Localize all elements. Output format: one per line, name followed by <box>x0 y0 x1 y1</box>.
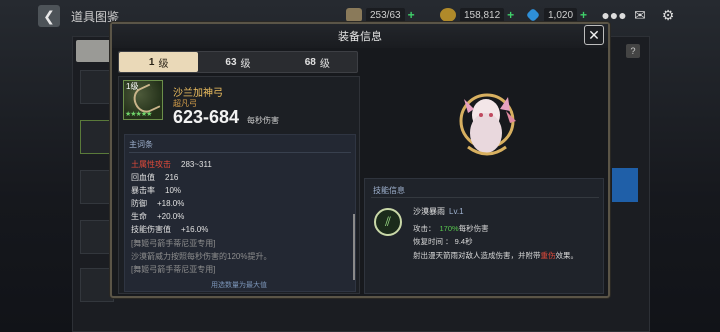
stat-key: 暴击率 <box>131 186 155 195</box>
stat-key: 回血值 <box>131 173 155 182</box>
skill-attack-row: 攻击： 170%每秒伤害 <box>413 223 489 234</box>
stat-row: 防御 +18.0% <box>131 198 184 209</box>
stat-value: 283~311 <box>181 160 212 169</box>
background-slot <box>80 170 114 204</box>
stats-scrollbar[interactable] <box>353 214 355 280</box>
background-slot <box>80 268 114 302</box>
gem-value: 1,020 <box>544 7 578 23</box>
back-button[interactable]: ❮ <box>38 5 60 27</box>
divider <box>371 197 599 198</box>
item-preview-panel: 技能信息 ⫽ 沙漠暴雨 Lv.1 攻击： 170%每秒伤害 恢复时间 ： 9.4秒 … <box>364 51 604 294</box>
close-icon: ✕ <box>588 26 600 43</box>
stat-key: 土属性攻击 <box>131 160 171 169</box>
background-slot <box>80 220 114 254</box>
main-stats-box[interactable]: 主词条 土属性攻击 283~311 回血值 216 暴击率 10% 防御 +18.0% … <box>124 134 356 292</box>
skill-attack-prefix: 攻击： <box>413 224 436 233</box>
stat-key: 防御 <box>131 199 147 208</box>
tab-level-1[interactable]: 1级 <box>119 52 199 72</box>
tab-level-68[interactable]: 68 级 <box>278 52 357 72</box>
gem-icon <box>525 7 541 23</box>
item-thumbnail: 1级 ★★★★★ <box>123 80 163 120</box>
gold-coin-icon <box>440 8 456 22</box>
skill-attack-value: 170% <box>439 224 459 233</box>
gold-value: 158,812 <box>460 7 505 23</box>
stamina-value: 253/63 <box>366 7 405 23</box>
background-slot <box>80 120 114 154</box>
skill-description: 射出漫天箭雨对敌人造成伤害，并附带重伤效果。 <box>413 250 578 261</box>
item-name: 沙兰加神弓 <box>173 88 223 99</box>
exclusive-note: [舞姬弓箭手蒂尼亚专用] <box>131 239 216 248</box>
rarity-stars: ★★★★★ <box>125 111 152 118</box>
skill-desc-suffix: 效果。 <box>555 251 579 260</box>
tab-level-63[interactable]: 63 级 <box>198 52 277 72</box>
add-gems-icon[interactable]: + <box>580 8 587 22</box>
skill-info-box: 技能信息 ⫽ 沙漠暴雨 Lv.1 攻击： 170%每秒伤害 恢复时间 ： 9.4秒 … <box>364 178 604 294</box>
item-damage-label: 每秒伤害 <box>247 116 279 125</box>
stat-key: 生命 <box>131 212 147 221</box>
tab-label: 级 <box>240 58 251 70</box>
gear-icon[interactable]: ⚙ <box>658 6 678 24</box>
item-damage: 623-684 <box>173 107 240 127</box>
stat-row: 技能伤害值 +16.0% <box>131 224 208 235</box>
stat-value: 10% <box>165 186 182 195</box>
dialog-header: 装备信息 <box>112 24 608 48</box>
skill-attack-suffix: 每秒伤害 <box>458 224 489 233</box>
skill-desc-prefix: 射出漫天箭雨对敌人造成伤害，并附带 <box>413 251 541 260</box>
stat-value: +18.0% <box>157 199 185 208</box>
skill-title: 技能信息 <box>373 186 405 195</box>
equipment-info-dialog: 装备信息 ✕ 1级 63 级 68 级 1级 ★★★★★ 沙兰加神弓 超凡弓 623… <box>110 22 610 298</box>
level-tabs: 1级 63 级 68 级 <box>118 51 358 73</box>
skill-cooldown: 恢复时间 ： 9.4秒 <box>413 237 473 246</box>
chevron-left-icon: ❮ <box>43 7 55 24</box>
help-icon[interactable]: ? <box>626 44 640 58</box>
tab-number: 63 <box>225 56 237 68</box>
stat-key: 技能伤害值 <box>131 225 171 234</box>
arrow-rain-icon: ⫽ <box>374 208 402 236</box>
mail-icon[interactable]: ✉ <box>630 6 650 24</box>
stat-value: +20.0% <box>157 212 185 221</box>
stats-footnote: 用选数量为最大值 <box>211 282 267 289</box>
stat-row: 回血值 216 <box>131 172 178 183</box>
dialog-title: 装备信息 <box>338 31 382 43</box>
stat-row: 暴击率 10% <box>131 185 181 196</box>
stat-row: 土属性攻击 283~311 <box>131 159 212 170</box>
tab-number: 68 <box>304 56 316 68</box>
screen: ❮ 道具图鉴 253/63 + 158,812 + 1,020 + ●●● ✉ … <box>0 0 720 332</box>
skill-name-row: 沙漠暴雨 Lv.1 <box>413 206 464 217</box>
stat-value: 216 <box>165 173 179 182</box>
skill-name: 沙漠暴雨 <box>413 207 445 216</box>
effect-note: 沙漠箭威力按照每秒伤害的120%提升。 <box>131 252 272 261</box>
stat-row: 生命 +20.0% <box>131 211 184 222</box>
skill-desc-highlight: 重伤 <box>540 251 556 260</box>
divider <box>129 152 351 153</box>
exclusive-note: [舞姬弓箭手蒂尼亚专用] <box>131 265 216 274</box>
stat-value: +16.0% <box>181 225 209 234</box>
item-detail-panel: 1级 ★★★★★ 沙兰加神弓 超凡弓 623-684 每秒伤害 主词条 土属性攻… <box>118 76 360 294</box>
tab-number: 1 <box>148 56 155 68</box>
tab-label: 级 <box>319 58 330 70</box>
stats-title: 主词条 <box>129 140 153 149</box>
add-gold-icon[interactable]: + <box>507 8 514 22</box>
close-button[interactable]: ✕ <box>584 25 604 45</box>
tab-label: 级 <box>158 58 169 70</box>
character-portrait <box>459 93 516 156</box>
stamina-icon <box>346 8 362 22</box>
skill-level: Lv.1 <box>449 207 464 216</box>
add-stamina-icon[interactable]: + <box>408 8 415 22</box>
background-slot <box>80 70 114 104</box>
background-selected-row <box>612 168 638 202</box>
